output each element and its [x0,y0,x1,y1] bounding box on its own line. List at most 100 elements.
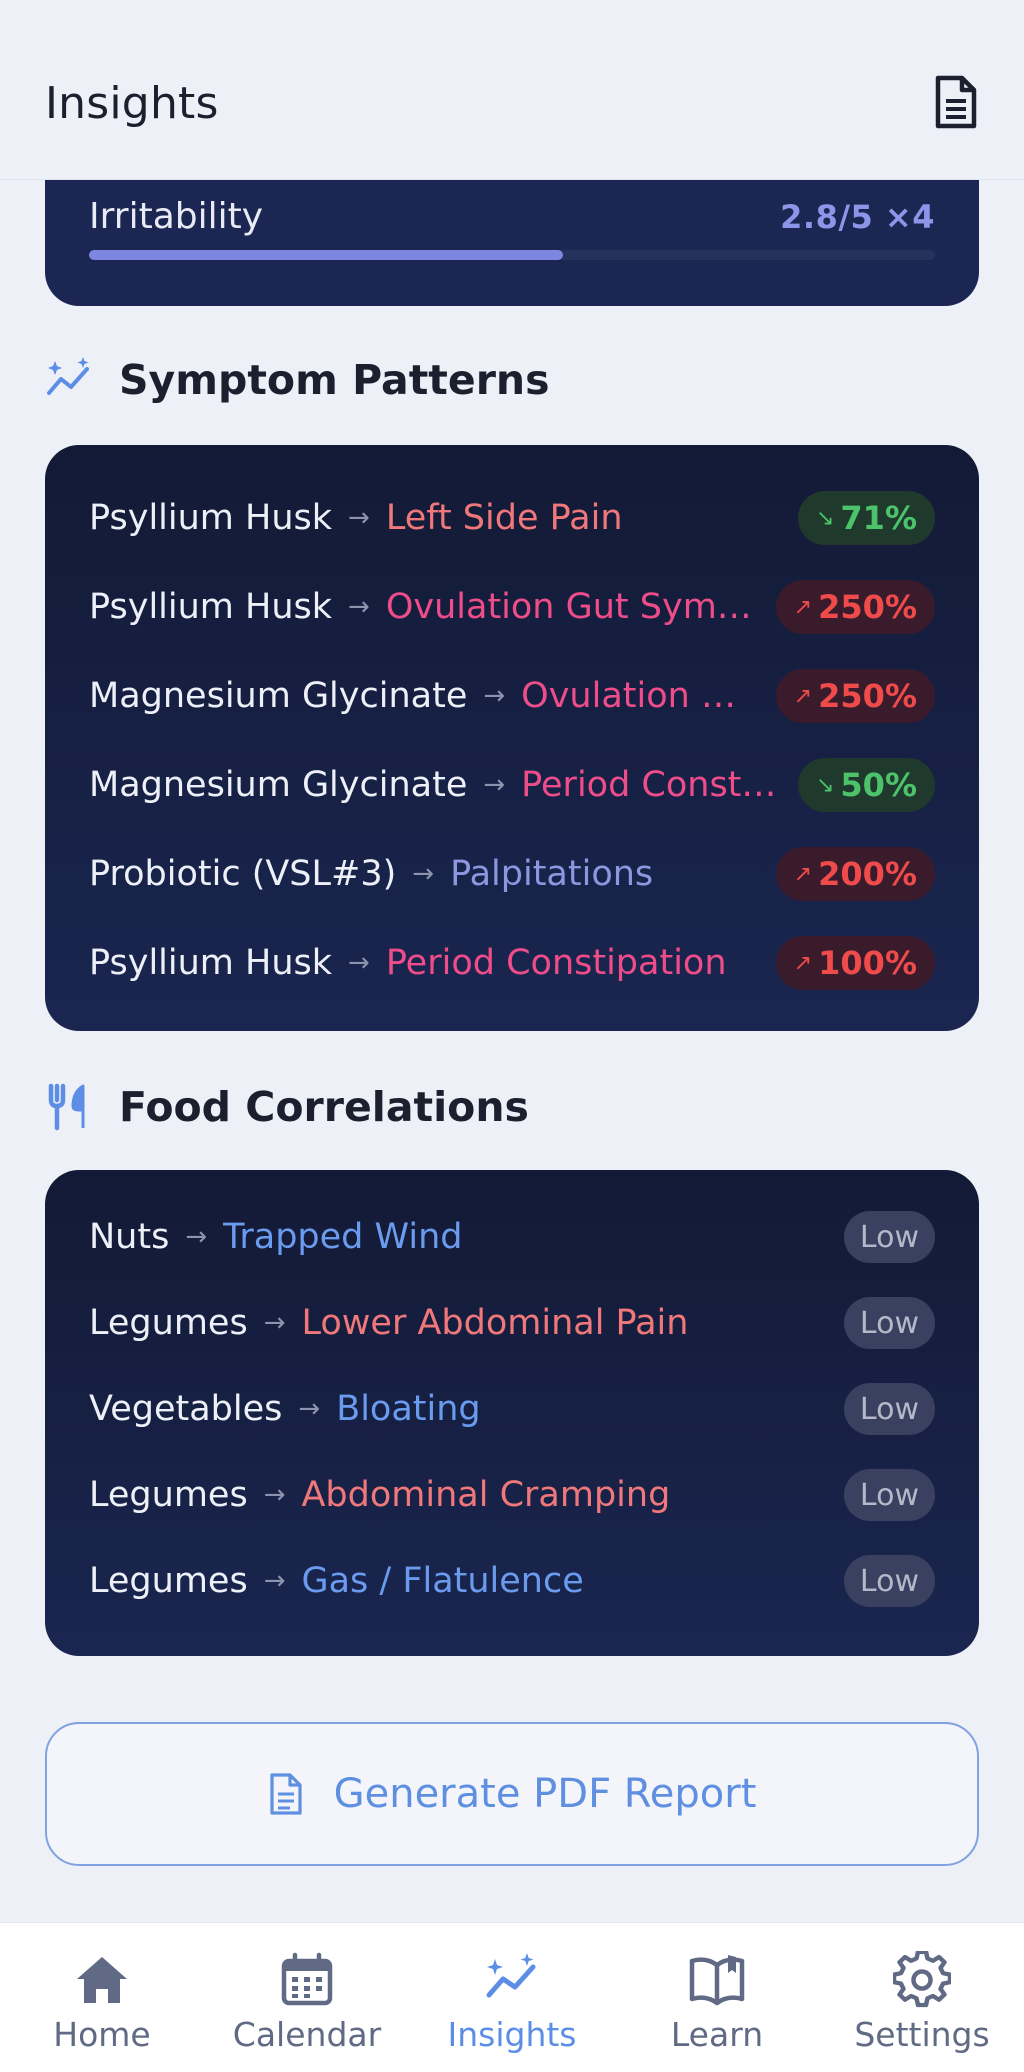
trend-up-icon: ↗ [793,861,813,887]
tab-learn[interactable]: Learn [615,1923,819,2072]
trend-up-icon: ↗ [793,950,813,976]
change-value: 50% [840,766,917,804]
arrow-right-icon: → [348,503,370,533]
change-badge: ↗ 100% [775,936,935,990]
change-badge: ↗ 250% [775,669,935,723]
change-badge: ↗ 200% [775,847,935,901]
tab-home[interactable]: Home [0,1923,204,2072]
symptom-patterns-header: Symptom Patterns [45,350,550,410]
trend-up-icon: ↗ [793,594,813,620]
tab-label: Learn [670,2015,764,2054]
pattern-source: Psyllium Husk [89,498,333,538]
calendar-icon [281,1952,333,2006]
change-value: 200% [818,855,917,893]
pattern-target: Left Side Pain [385,498,623,538]
document-icon [270,1773,302,1815]
mood-label: Irritability [89,196,264,237]
pattern-target: Ovulation Gut Symp... [385,587,760,627]
pattern-source: Magnesium Glycinate [89,676,468,716]
tab-settings[interactable]: Settings [820,1923,1024,2072]
change-value: 250% [818,588,917,626]
insights-icon [486,1953,536,1998]
section-title: Food Correlations [119,1083,529,1131]
fork-knife-icon [48,1083,85,1131]
symptom-pattern-row[interactable]: Psyllium Husk → Ovulation Gut Symp... ↗ 250% [89,579,935,635]
symptom-pattern-row[interactable]: Probiotic (VSL#3) → Palpitations ↗ 200% [89,846,935,902]
sparkle-trend-icon [47,357,89,395]
trend-down-icon: ↘ [815,505,835,531]
page-title: Insights [45,78,219,129]
app-header: Insights [0,0,1024,180]
symptom-pattern-row[interactable]: Psyllium Husk → Period Constipation ↗ 100% [89,935,935,991]
document-icon[interactable] [932,74,980,130]
food-correlation-row[interactable]: Legumes → Abdominal Cramping Low [89,1467,935,1523]
pattern-source: Psyllium Husk [89,587,333,627]
food-correlations-card: Nuts → Trapped Wind Low Legumes → Lower Abdomi… [45,1170,979,1656]
confidence-badge: Low [843,1297,935,1349]
confidence-badge: Low [843,1211,935,1263]
food-target: Bloating [336,1389,481,1429]
arrow-right-icon: → [483,770,506,800]
arrow-right-icon: → [263,1480,286,1510]
trend-up-icon: ↗ [793,683,813,709]
change-badge: ↘ 50% [797,758,935,812]
confidence-badge: Low [843,1469,935,1521]
food-correlation-row[interactable]: Nuts → Trapped Wind Low [89,1209,935,1265]
tab-label: Settings [854,2015,990,2054]
pattern-source: Magnesium Glycinate [89,765,468,805]
gear-icon [893,1951,951,2008]
food-target: Lower Abdominal Pain [301,1303,689,1343]
tab-label: Home [53,2015,151,2054]
tab-label: Insights [447,2015,577,2054]
food-target: Abdominal Cramping [301,1475,671,1515]
arrow-right-icon: → [263,1566,286,1596]
pattern-source: Probiotic (VSL#3) [89,854,397,894]
arrow-right-icon: → [348,592,370,622]
trend-down-icon: ↘ [815,772,835,798]
food-source: Vegetables [89,1389,283,1429]
change-badge: ↗ 250% [775,580,935,634]
pattern-target: Palpitations [450,854,654,894]
food-correlation-row[interactable]: Legumes → Gas / Flatulence Low [89,1553,935,1609]
food-target: Trapped Wind [223,1217,463,1257]
arrow-right-icon: → [263,1308,286,1338]
symptom-pattern-row[interactable]: Magnesium Glycinate → Period Consti... ↘ 50% [89,757,935,813]
arrow-right-icon: → [348,948,370,978]
symptom-patterns-card: Psyllium Husk → Left Side Pain ↘ 71% Psyllium… [45,445,979,1031]
home-icon [77,1957,127,2003]
generate-pdf-button[interactable]: Generate PDF Report [45,1722,979,1866]
generate-pdf-label: Generate PDF Report [333,1771,757,1817]
change-badge: ↘ 71% [797,491,935,545]
symptom-pattern-row[interactable]: Magnesium Glycinate → Ovulation G... ↗ 250% [89,668,935,724]
food-correlations-header: Food Correlations [45,1077,529,1137]
food-source: Nuts [89,1217,170,1257]
arrow-right-icon: → [412,859,435,889]
food-source: Legumes [89,1561,248,1601]
pattern-source: Psyllium Husk [89,943,333,983]
tab-insights[interactable]: Insights [410,1923,614,2072]
food-target: Gas / Flatulence [301,1561,584,1601]
confidence-badge: Low [843,1555,935,1607]
tab-calendar[interactable]: Calendar [205,1923,409,2072]
food-source: Legumes [89,1303,248,1343]
arrow-right-icon: → [298,1394,321,1424]
food-source: Legumes [89,1475,248,1515]
symptom-pattern-row[interactable]: Psyllium Husk → Left Side Pain ↘ 71% [89,490,935,546]
book-icon [689,1955,745,2006]
arrow-right-icon: → [185,1222,208,1252]
food-correlation-row[interactable]: Vegetables → Bloating Low [89,1381,935,1437]
arrow-right-icon: → [483,681,506,711]
change-value: 100% [818,944,917,982]
confidence-badge: Low [843,1383,935,1435]
section-title: Symptom Patterns [119,356,550,404]
mood-progress-track [89,250,935,260]
mood-value: 2.8/5 ×4 [780,198,935,236]
tab-label: Calendar [232,2015,382,2054]
bottom-tab-bar: Home Calendar Insights Learn Settings [0,1922,1024,2072]
pattern-target: Ovulation G... [521,676,760,716]
food-correlation-row[interactable]: Legumes → Lower Abdominal Pain Low [89,1295,935,1351]
pattern-target: Period Consti... [521,765,782,805]
mood-progress-fill [89,250,563,260]
change-value: 250% [818,677,917,715]
change-value: 71% [840,499,917,537]
